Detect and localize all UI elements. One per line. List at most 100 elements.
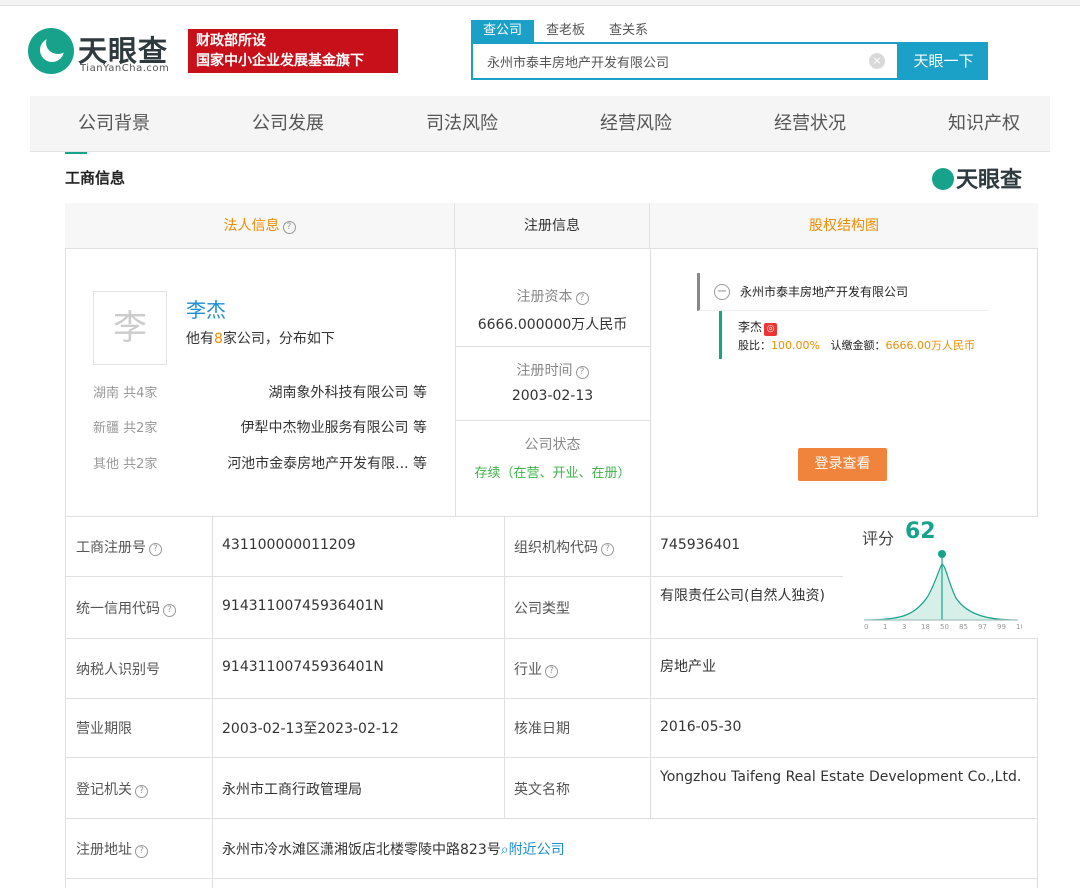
nearby-companies-link[interactable]: ⌕附近公司	[501, 842, 565, 858]
search-input[interactable]	[473, 44, 853, 78]
holder-name-row: 李杰 ◎	[738, 318, 778, 336]
divider	[650, 249, 651, 516]
business-term-value: 2003-02-13至2023-02-12	[222, 721, 399, 737]
holder-flag-icon: ◎	[764, 323, 778, 336]
address-value-row: 永州市冷水滩区潇湘饭店北楼零陵中路823号⌕附近公司	[222, 839, 565, 859]
registration-authority-value: 永州市工商行政管理局	[222, 782, 362, 798]
score-tick-label: 99	[997, 623, 1006, 631]
help-icon[interactable]: ?	[135, 845, 148, 858]
status-value: 存续（在营、开业、在册）	[474, 466, 631, 481]
tab-operational-risk[interactable]: 经营风险	[600, 96, 672, 152]
divider	[65, 576, 843, 577]
holder-amount: 6666.00万人民币	[885, 339, 975, 352]
credit-code-value: 91431100745936401N	[222, 598, 384, 614]
english-name-label: 英文名称	[514, 782, 570, 798]
help-icon[interactable]: ?	[575, 292, 589, 305]
score-tick-label: 18	[921, 623, 930, 631]
divider	[65, 878, 1038, 879]
score-tick-label: 97	[978, 623, 987, 631]
brand-eye-icon	[932, 168, 954, 190]
divider	[455, 420, 650, 421]
time-label-row: 注册时间?	[455, 360, 650, 380]
table-row-label: 登记机关?	[76, 779, 148, 799]
divider	[65, 818, 1038, 819]
search-button[interactable]: 天眼一下	[899, 42, 988, 80]
divider	[65, 698, 1038, 699]
help-icon[interactable]: ?	[282, 221, 296, 234]
tab-company-background[interactable]: 公司背景	[78, 96, 150, 152]
tab-judicial-risk[interactable]: 司法风险	[426, 96, 498, 152]
help-icon[interactable]: ?	[545, 665, 558, 678]
capital-label: 注册资本	[516, 289, 573, 305]
divider	[65, 638, 1038, 639]
registration-authority-label: 登记机关	[76, 782, 132, 798]
help-icon[interactable]: ?	[135, 785, 148, 798]
ratio-prefix: 股比：	[738, 339, 771, 352]
address-value: 永州市冷水滩区潇湘饭店北楼零陵中路823号	[222, 842, 501, 858]
divider	[455, 346, 650, 347]
registered-capital: 注册资本? 6666.000000万人民币	[455, 286, 650, 334]
taxpayer-id-label: 纳税人识别号	[76, 662, 160, 678]
clear-icon[interactable]: ×	[869, 53, 885, 69]
credit-code-label: 统一信用代码	[76, 601, 160, 617]
score-value: 62	[905, 519, 936, 544]
tianyancha-logo[interactable]: 天眼查 TianYanCha.com	[28, 28, 178, 82]
badge-line1: 财政部所设	[196, 33, 266, 49]
summary-prefix: 他有	[186, 331, 214, 347]
approval-date-label: 核准日期	[514, 721, 570, 737]
company-type-value: 有限责任公司(自然人独资)	[660, 588, 825, 604]
equity-holder-node[interactable]: 李杰 ◎ 股比：100.00% 认缴金额：6666.00万人民币	[719, 311, 989, 359]
capital-label-row: 注册资本?	[455, 286, 650, 306]
capital-value: 6666.000000万人民币	[477, 317, 628, 333]
region-company-link[interactable]: 河池市金泰房地产开发有限... 等	[227, 453, 427, 473]
search-tabs: 查公司 查老板 查关系	[471, 20, 660, 42]
equity-root-company[interactable]: − 永州市泰丰房地产开发有限公司	[697, 273, 989, 311]
score-ticks: 0 1 3 18 50 85 97 99 100	[864, 623, 1022, 631]
site-header: 天眼查 TianYanCha.com 财政部所设 国家中小企业发展基金旗下 查公…	[0, 6, 1080, 94]
badge-line2: 国家中小企业发展基金旗下	[196, 53, 364, 69]
search-tab-company[interactable]: 查公司	[471, 20, 535, 42]
region-label: 湖南 共4家	[93, 386, 158, 401]
search-tab-relation[interactable]: 查关系	[597, 20, 660, 42]
collapse-icon[interactable]: −	[714, 284, 730, 300]
company-page: 天眼查 TianYanCha.com 财政部所设 国家中小企业发展基金旗下 查公…	[0, 0, 1080, 888]
holder-detail: 股比：100.00% 认缴金额：6666.00万人民币	[738, 337, 975, 353]
score-curve-chart: 0 1 3 18 50 85 97 99 100	[863, 550, 1022, 631]
summary-suffix: 家公司，分布如下	[222, 331, 335, 347]
help-icon[interactable]: ?	[163, 604, 176, 617]
table-row-label: 组织机构代码?	[514, 537, 614, 557]
score-tick-label: 100	[1016, 623, 1022, 631]
brand-watermark-text: 天眼查	[956, 168, 1023, 193]
registration-number-value: 431100000011209	[222, 537, 356, 553]
help-icon[interactable]: ?	[149, 543, 162, 556]
logo-eye-icon	[28, 28, 74, 74]
registration-number-label: 工商注册号	[76, 540, 146, 556]
score-tick-label: 3	[902, 623, 906, 631]
table-row-label: 注册地址?	[76, 839, 148, 859]
help-icon[interactable]: ?	[575, 366, 589, 379]
region-label: 其他 共2家	[93, 457, 158, 472]
company-status: 公司状态 存续（在营、开业、在册）	[455, 434, 650, 481]
region-company-link[interactable]: 湖南象外科技有限公司 等	[269, 382, 427, 402]
search-box: ×	[471, 42, 899, 80]
header-legal-label: 法人信息	[223, 218, 280, 234]
brand-watermark: 天眼查	[932, 162, 1022, 194]
business-term-label: 营业期限	[76, 721, 132, 737]
help-icon[interactable]: ?	[601, 543, 614, 556]
legal-person-name[interactable]: 李杰	[186, 294, 226, 323]
header-registration: 注册信息	[455, 203, 650, 249]
registration-time: 注册时间? 2003-02-13	[455, 360, 650, 404]
table-row-label: 统一信用代码?	[76, 598, 176, 618]
company-type-label: 公司类型	[514, 601, 570, 617]
region-company-link[interactable]: 伊犁中杰物业服务有限公司 等	[241, 417, 427, 437]
time-value: 2003-02-13	[511, 388, 594, 404]
equity-root-name: 永州市泰丰房地产开发有限公司	[740, 285, 909, 299]
header-legal-person: 法人信息?	[65, 203, 455, 249]
tab-company-development[interactable]: 公司发展	[252, 96, 324, 152]
tab-intellectual-property[interactable]: 知识产权	[948, 96, 1020, 152]
section-title: 工商信息	[65, 169, 126, 187]
login-view-button[interactable]: 登录查看	[798, 448, 887, 481]
search-tab-boss[interactable]: 查老板	[534, 20, 597, 42]
address-label: 注册地址	[76, 842, 132, 858]
tab-operating-status[interactable]: 经营状况	[774, 96, 846, 152]
